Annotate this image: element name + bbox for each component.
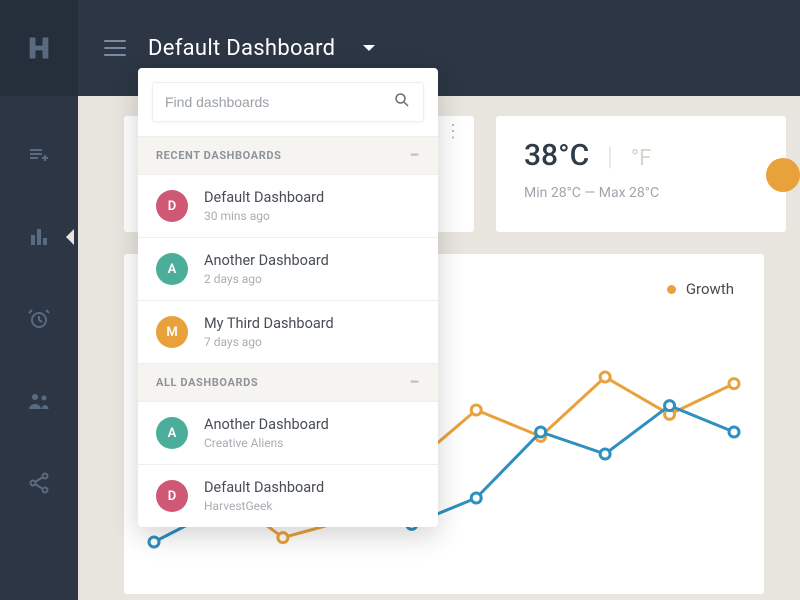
dashboard-item-title: My Third Dashboard — [204, 315, 334, 332]
nav-bar-chart-icon[interactable] — [26, 224, 52, 250]
nav-rail — [0, 0, 78, 600]
temperature-celsius: 38°C — [524, 138, 589, 173]
dashboard-list-item[interactable]: A Another Dashboard Creative Aliens — [138, 401, 438, 464]
temperature-card: 38°C | °F Min 28°C — Max 28°C — [496, 116, 786, 232]
dashboard-title: Default Dashboard — [148, 36, 335, 61]
brand-logo — [0, 0, 78, 96]
dashboard-list-item[interactable]: A Another Dashboard 2 days ago — [138, 237, 438, 300]
avatar: D — [156, 480, 188, 512]
dashboard-dropdown: RECENT DASHBOARDS − D Default Dashboard 30… — [138, 68, 438, 527]
temperature-fahrenheit: °F — [631, 146, 651, 171]
dashboard-item-subtitle: 30 mins ago — [204, 209, 324, 223]
collapse-icon[interactable]: − — [409, 378, 420, 388]
dashboard-item-title: Another Dashboard — [204, 252, 329, 269]
dashboard-list-item[interactable]: M My Third Dashboard 7 days ago — [138, 300, 438, 363]
card-menu-icon[interactable]: ⋮ — [444, 130, 462, 134]
nav-share-icon[interactable] — [26, 470, 52, 496]
menu-icon[interactable] — [104, 40, 126, 56]
avatar: A — [156, 417, 188, 449]
dashboard-search[interactable] — [152, 82, 424, 122]
legend-label-growth: Growth — [686, 280, 734, 298]
avatar: A — [156, 253, 188, 285]
avatar: M — [156, 316, 188, 348]
search-icon[interactable] — [393, 91, 411, 113]
collapse-icon[interactable]: − — [409, 151, 420, 161]
dashboard-item-subtitle: HarvestGeek — [204, 499, 324, 513]
nav-people-icon[interactable] — [26, 388, 52, 414]
all-dashboards-header: ALL DASHBOARDS − — [138, 363, 438, 401]
chart-legend: Growth — [667, 280, 734, 298]
temperature-range: Min 28°C — Max 28°C — [524, 185, 758, 201]
recent-dashboards-header: RECENT DASHBOARDS − — [138, 136, 438, 174]
legend-dot-growth — [667, 285, 676, 294]
nav-alarm-icon[interactable] — [26, 306, 52, 332]
nav-playlist-add-icon[interactable] — [26, 142, 52, 168]
dashboard-item-subtitle: 2 days ago — [204, 272, 329, 286]
dashboard-dropdown-caret[interactable] — [363, 45, 375, 57]
weather-icon — [766, 158, 800, 192]
temperature-separator: | — [607, 142, 613, 172]
dashboard-item-title: Default Dashboard — [204, 189, 324, 206]
dashboard-list-item[interactable]: D Default Dashboard 30 mins ago — [138, 174, 438, 237]
dashboard-item-subtitle: 7 days ago — [204, 335, 334, 349]
dashboard-item-title: Another Dashboard — [204, 416, 329, 433]
dashboard-list-item[interactable]: D Default Dashboard HarvestGeek — [138, 464, 438, 527]
dashboard-item-subtitle: Creative Aliens — [204, 436, 329, 450]
recent-dashboards-label: RECENT DASHBOARDS — [156, 149, 282, 162]
dashboard-search-input[interactable] — [165, 94, 393, 110]
avatar: D — [156, 190, 188, 222]
dashboard-item-title: Default Dashboard — [204, 479, 324, 496]
all-dashboards-label: ALL DASHBOARDS — [156, 376, 258, 389]
